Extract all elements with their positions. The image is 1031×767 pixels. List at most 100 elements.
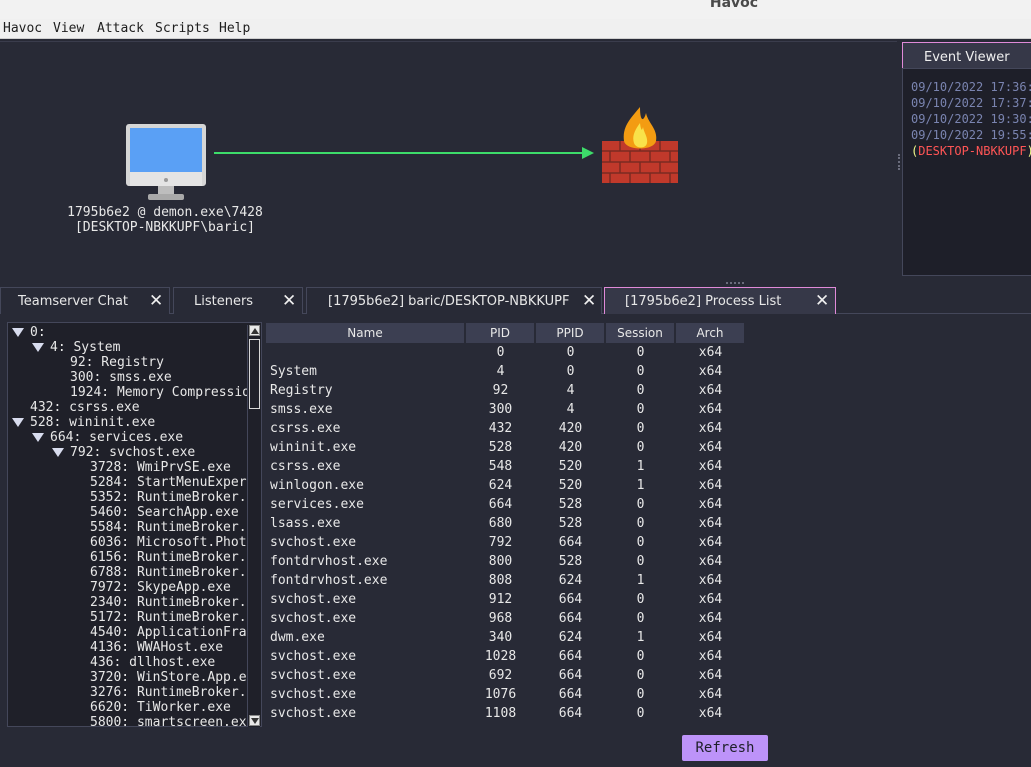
tree-item[interactable]: 5800: smartscreen.exe — [90, 715, 254, 726]
tree-item[interactable]: 92: Registry — [70, 355, 164, 370]
table-row[interactable]: svchost.exe 968 664 0 x64 — [266, 609, 1031, 628]
tree-item[interactable]: 6036: Microsoft.Phot… — [90, 535, 254, 550]
event-line: 09/10/2022 17:37: — [911, 96, 1031, 110]
tree-item[interactable]: 4: System — [50, 340, 120, 355]
tree-item[interactable]: 0: — [30, 325, 46, 340]
tab-listeners[interactable]: Listeners ✕ — [173, 287, 303, 314]
table-row[interactable]: svchost.exe 1076 664 0 x64 — [266, 685, 1031, 704]
tree-item[interactable]: 3276: RuntimeBroker.… — [90, 685, 254, 700]
table-cell: x64 — [698, 592, 723, 607]
scroll-handle[interactable] — [249, 339, 260, 409]
table-cell: svchost.exe — [270, 649, 357, 664]
table-cell: 664 — [558, 687, 583, 702]
expand-arrow-icon[interactable] — [32, 343, 44, 352]
table-row[interactable]: 0 0 0 x64 — [266, 343, 1031, 362]
table-row[interactable]: lsass.exe 680 528 0 x64 — [266, 514, 1031, 533]
table-row[interactable]: winlogon.exe 624 520 1 x64 — [266, 476, 1031, 495]
table-row[interactable]: fontdrvhost.exe 808 624 1 x64 — [266, 571, 1031, 590]
close-icon[interactable]: ✕ — [815, 291, 829, 311]
tree-item[interactable]: 432: csrss.exe — [30, 400, 140, 415]
tab-teamserver-chat[interactable]: Teamserver Chat ✕ — [0, 287, 170, 314]
menu-help[interactable]: Help — [219, 21, 250, 36]
table-cell: 1108 — [484, 706, 517, 721]
column-header-arch[interactable]: Arch — [676, 323, 745, 343]
table-row[interactable]: dwm.exe 340 624 1 x64 — [266, 628, 1031, 647]
table-row[interactable]: svchost.exe 912 664 0 x64 — [266, 590, 1031, 609]
table-cell: fontdrvhost.exe — [270, 554, 388, 569]
table-cell: 0 — [636, 554, 645, 569]
computer-icon[interactable] — [126, 124, 206, 202]
tree-item[interactable]: 6788: RuntimeBroker.… — [90, 565, 254, 580]
table-row[interactable]: System 4 0 0 x64 — [266, 362, 1031, 381]
refresh-button[interactable]: Refresh — [682, 735, 768, 761]
window-titlebar: Havoc — [0, 0, 1031, 19]
column-header-name[interactable]: Name — [266, 323, 465, 343]
column-header-ppid[interactable]: PPID — [536, 323, 605, 343]
process-tree[interactable]: 0: 4: System 92: Registry 300: smss.exe 1924… — [7, 322, 262, 727]
table-cell: 1 — [636, 459, 645, 474]
table-row[interactable]: fontdrvhost.exe 800 528 0 x64 — [266, 552, 1031, 571]
tree-item[interactable]: 6156: RuntimeBroker.… — [90, 550, 254, 565]
table-cell: svchost.exe — [270, 611, 357, 626]
tree-item[interactable]: 664: services.exe — [50, 430, 183, 445]
close-icon[interactable]: ✕ — [582, 291, 596, 311]
table-cell: x64 — [698, 516, 723, 531]
tab-process-list[interactable]: [1795b6e2] Process List ✕ — [604, 287, 836, 314]
close-icon[interactable]: ✕ — [282, 291, 296, 311]
table-cell: x64 — [698, 706, 723, 721]
tree-item[interactable]: 1924: Memory Compression — [70, 385, 258, 400]
table-row[interactable]: services.exe 664 528 0 x64 — [266, 495, 1031, 514]
tree-item[interactable]: 3720: WinStore.App.e… — [90, 670, 254, 685]
tree-item[interactable]: 5584: RuntimeBroker.… — [90, 520, 254, 535]
table-cell: 624 — [558, 573, 583, 588]
table-row[interactable]: csrss.exe 432 420 0 x64 — [266, 419, 1031, 438]
table-row[interactable]: smss.exe 300 4 0 x64 — [266, 400, 1031, 419]
tab-event-viewer[interactable]: Event Viewer — [902, 42, 1031, 69]
menu-havoc[interactable]: Havoc — [3, 21, 42, 36]
expand-arrow-icon[interactable] — [12, 328, 24, 337]
column-header-session[interactable]: Session — [606, 323, 675, 343]
scroll-down-icon[interactable] — [249, 715, 260, 726]
table-row[interactable]: csrss.exe 548 520 1 x64 — [266, 457, 1031, 476]
tree-item[interactable]: 6620: TiWorker.exe — [90, 700, 231, 715]
expand-arrow-icon[interactable] — [52, 448, 64, 457]
table-cell: csrss.exe — [270, 459, 341, 474]
table-row[interactable]: Registry 92 4 0 x64 — [266, 381, 1031, 400]
table-row[interactable]: svchost.exe 792 664 0 x64 — [266, 533, 1031, 552]
close-icon[interactable]: ✕ — [149, 291, 163, 311]
tree-item[interactable]: 4136: WWAHost.exe — [90, 640, 223, 655]
table-row[interactable]: svchost.exe 1108 664 0 x64 — [266, 704, 1031, 723]
table-cell: x64 — [698, 687, 723, 702]
tree-item[interactable]: 7972: SkypeApp.exe — [90, 580, 231, 595]
tree-item[interactable]: 528: wininit.exe — [30, 415, 155, 430]
menu-scripts[interactable]: Scripts — [155, 21, 210, 36]
tree-item[interactable]: 300: smss.exe — [70, 370, 172, 385]
table-cell: 4 — [566, 383, 575, 398]
connection-arrow — [214, 147, 594, 159]
table-row[interactable]: wininit.exe 528 420 0 x64 — [266, 438, 1031, 457]
table-cell: fontdrvhost.exe — [270, 573, 388, 588]
tree-item[interactable]: 4540: ApplicationFra… — [90, 625, 254, 640]
table-row[interactable]: svchost.exe 692 664 0 x64 — [266, 666, 1031, 685]
tree-item[interactable]: 2340: RuntimeBroker.… — [90, 595, 254, 610]
expand-arrow-icon[interactable] — [12, 418, 24, 427]
tree-item[interactable]: 436: dllhost.exe — [90, 655, 215, 670]
session-graph[interactable]: 1795b6e2 @ demon.exe\7428 [DESKTOP-NBKKU… — [0, 41, 897, 281]
table-row[interactable]: svchost.exe 1028 664 0 x64 — [266, 647, 1031, 666]
tree-item[interactable]: 5172: RuntimeBroker.… — [90, 610, 254, 625]
tree-item[interactable]: 5460: SearchApp.exe — [90, 505, 239, 520]
event-log[interactable]: 09/10/2022 17:36: 09/10/2022 17:37: 09/1… — [902, 68, 1031, 276]
process-table[interactable]: Name PID PPID Session Arch 0 0 0 x64 System 4… — [266, 323, 1031, 729]
tree-item[interactable]: 3728: WmiPrvSE.exe — [90, 460, 231, 475]
menu-attack[interactable]: Attack — [97, 21, 144, 36]
tree-item[interactable]: 792: svchost.exe — [70, 445, 195, 460]
table-cell: winlogon.exe — [270, 478, 364, 493]
tree-item[interactable]: 5352: RuntimeBroker.… — [90, 490, 254, 505]
tree-item[interactable]: 5284: StartMenuExper… — [90, 475, 254, 490]
tab-session-console[interactable]: [1795b6e2] baric/DESKTOP-NBKKUPF ✕ — [306, 287, 602, 314]
column-header-pid[interactable]: PID — [466, 323, 535, 343]
scroll-up-icon[interactable] — [249, 325, 260, 336]
tree-scrollbar[interactable] — [247, 325, 260, 727]
expand-arrow-icon[interactable] — [32, 433, 44, 442]
menu-view[interactable]: View — [53, 21, 84, 36]
